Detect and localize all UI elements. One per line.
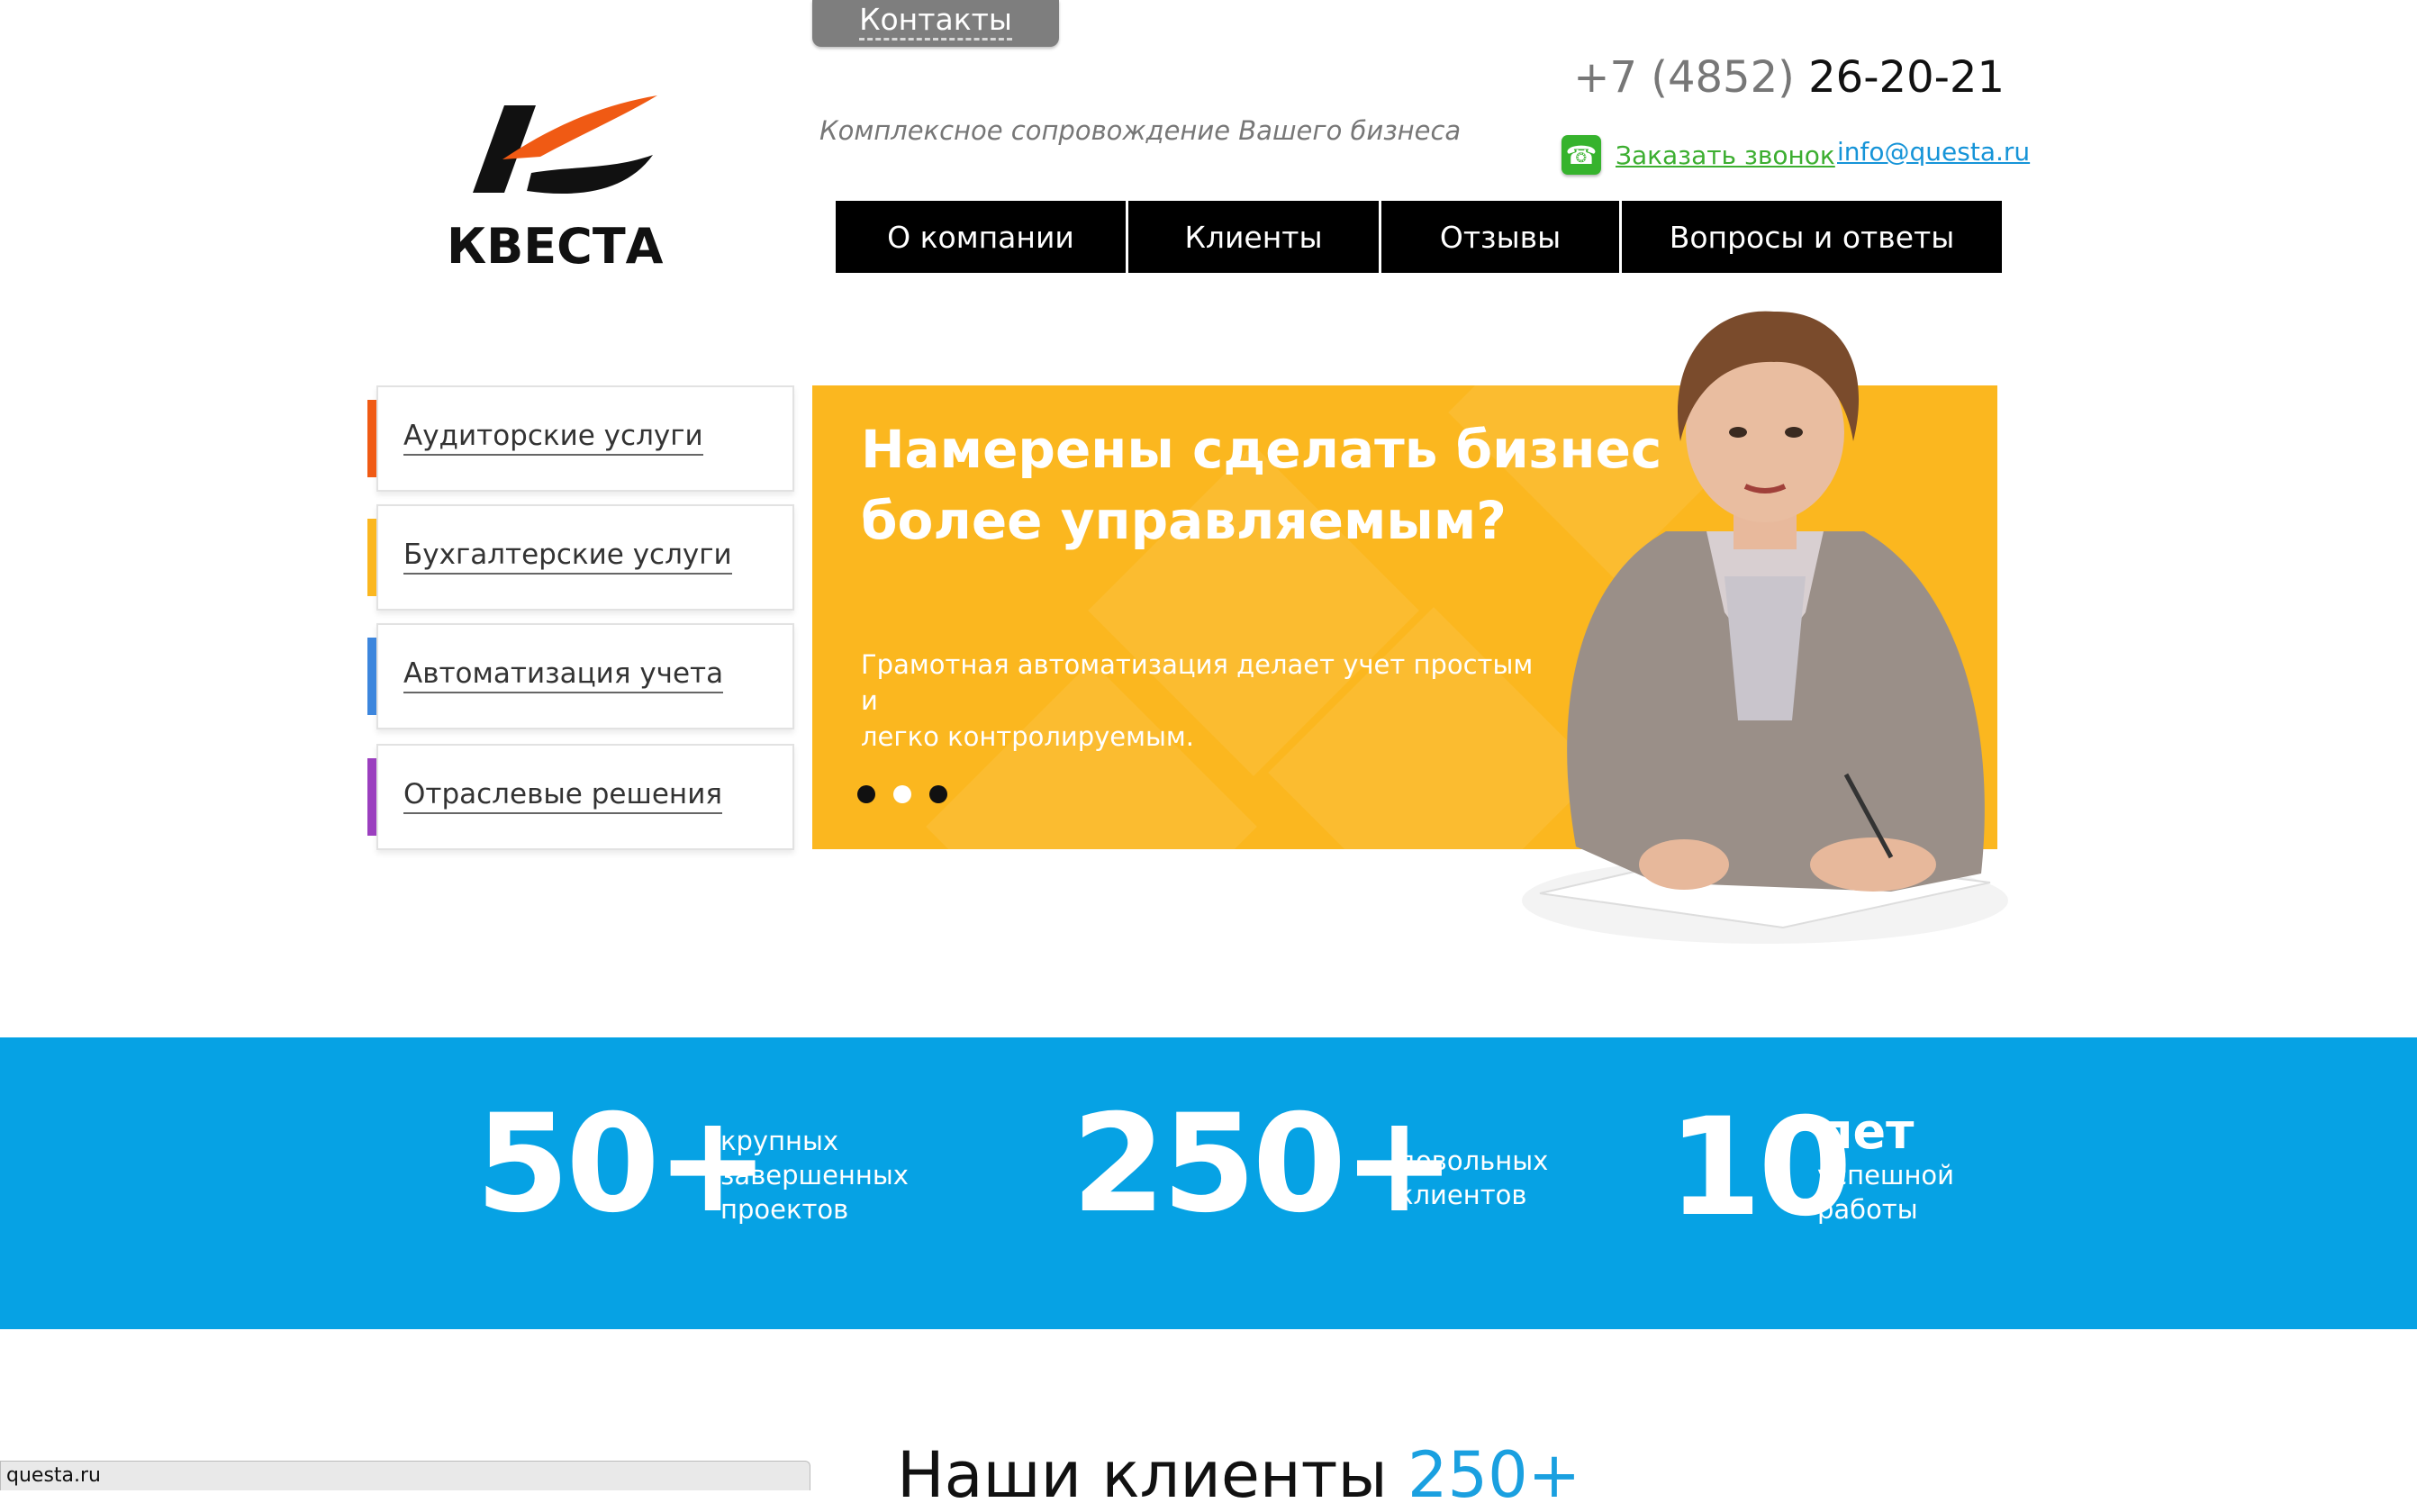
callback-link-group[interactable]: ☎ Заказать звонок xyxy=(1562,135,1835,175)
service-label[interactable]: Автоматизация учета xyxy=(403,657,724,693)
nav-item-about[interactable]: О компании xyxy=(836,201,1128,273)
service-color-bar xyxy=(367,519,376,596)
phone-main: 26-20-21 xyxy=(1808,52,2005,103)
stats-band: 50+ крупных завершенных проектов 250+ дово… xyxy=(0,1037,2417,1329)
slider-dot-active[interactable] xyxy=(893,785,911,803)
logo-text: КВЕСТА xyxy=(447,218,664,272)
nav-item-reviews[interactable]: Отзывы xyxy=(1381,201,1622,273)
service-color-bar xyxy=(367,758,376,836)
service-label[interactable]: Бухгалтерские услуги xyxy=(403,539,732,575)
logo-mark-icon: КВЕСТА xyxy=(447,95,664,275)
main-nav: О компании Клиенты Отзывы Вопросы и отве… xyxy=(836,201,2002,273)
service-item-industry[interactable]: Отраслевые решения xyxy=(367,744,794,850)
company-logo[interactable]: КВЕСТА xyxy=(441,83,711,275)
phone-icon[interactable]: ☎ xyxy=(1562,135,1601,175)
phone-number[interactable]: +7 (4852) 26-20-21 xyxy=(1573,52,2005,103)
slider-dot[interactable] xyxy=(857,785,875,803)
service-color-bar xyxy=(367,638,376,715)
stat-caption: крупных завершенных проектов xyxy=(720,1126,909,1225)
nav-item-clients[interactable]: Клиенты xyxy=(1128,201,1381,273)
service-item-accounting[interactable]: Бухгалтерские услуги xyxy=(367,504,794,611)
clients-count: 250+ xyxy=(1408,1438,1581,1512)
callback-link[interactable]: Заказать звонок xyxy=(1616,140,1835,170)
stat-caption: довольных клиентов xyxy=(1398,1145,1549,1210)
slider-dot[interactable] xyxy=(929,785,947,803)
clients-heading: Наши клиенты 250+ xyxy=(897,1438,1581,1512)
service-color-bar xyxy=(367,400,376,477)
contacts-tab[interactable]: Контакты xyxy=(812,0,1059,47)
service-item-automation[interactable]: Автоматизация учета xyxy=(367,623,794,729)
banner-text: Грамотная автоматизация делает учет прос… xyxy=(861,649,1534,752)
email-link[interactable]: info@questa.ru xyxy=(1837,137,2030,167)
nav-item-faq[interactable]: Вопросы и ответы xyxy=(1622,201,2002,273)
contacts-tab-label: Контакты xyxy=(859,2,1012,41)
phone-prefix: +7 (4852) xyxy=(1573,52,1795,103)
slider-dots xyxy=(857,785,947,803)
service-label[interactable]: Отраслевые решения xyxy=(403,778,722,814)
tagline: Комплексное сопровождение Вашего бизнеса xyxy=(819,115,1462,146)
stat-number: 250+ xyxy=(1072,1086,1456,1243)
service-item-audit[interactable]: Аудиторские услуги xyxy=(367,385,794,492)
stat-caption: лет успешной работы xyxy=(1817,1103,1954,1226)
browser-status-bar: questa.ru xyxy=(0,1461,810,1490)
banner-person-image xyxy=(1522,311,2008,944)
service-label[interactable]: Аудиторские услуги xyxy=(403,420,703,456)
